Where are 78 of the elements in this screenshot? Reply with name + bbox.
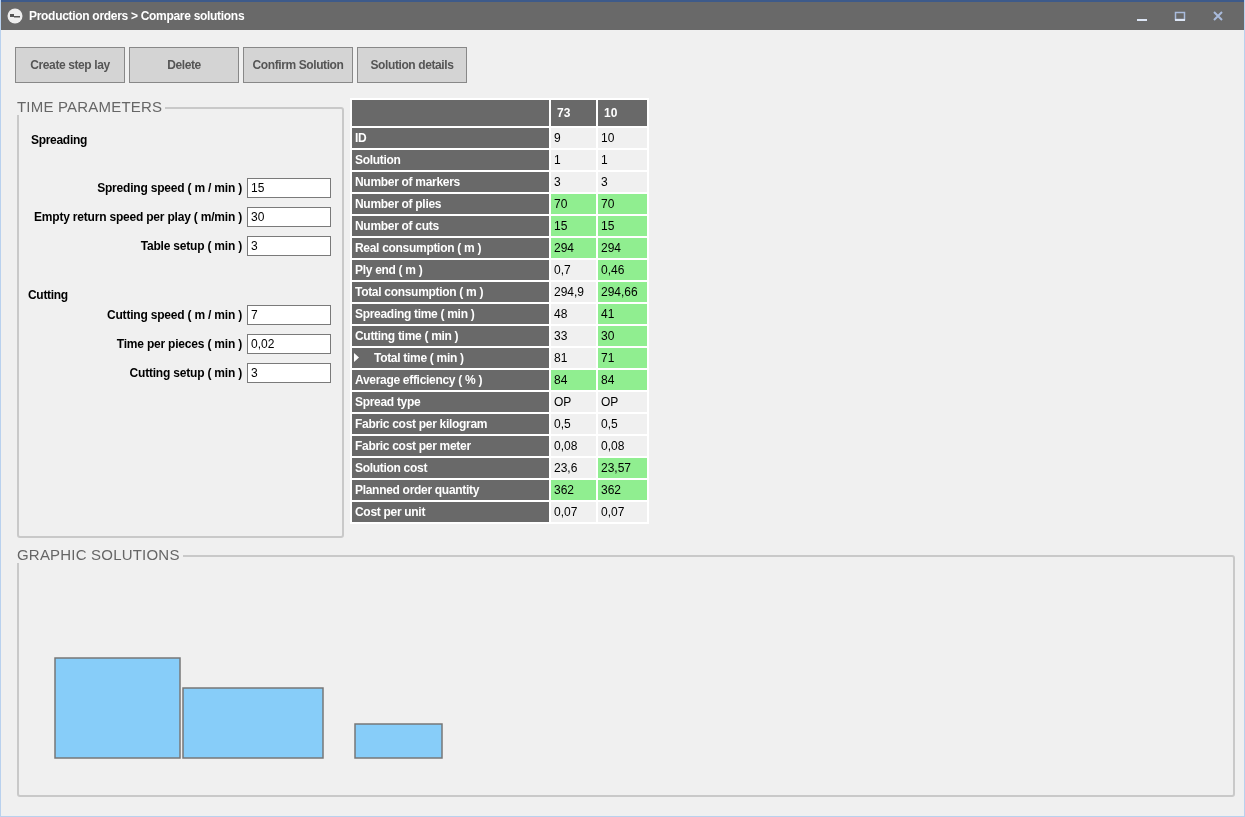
row-label: Planned order quantity	[355, 483, 480, 497]
row-label: Solution cost	[355, 461, 428, 475]
row-label: Real consumption ( m )	[355, 241, 482, 255]
input-field[interactable]: 15	[247, 177, 331, 198]
table-cell: 9	[551, 128, 596, 148]
table-cell: 0,07	[598, 502, 647, 522]
row-label: Solution	[355, 153, 401, 167]
field-label: Cutting speed ( m / min )	[107, 307, 242, 322]
table-cell: 362	[551, 480, 596, 500]
table-cell: 15	[551, 216, 596, 236]
row-label: Ply end ( m )	[355, 263, 423, 277]
table-cell: 0,08	[551, 436, 596, 456]
table-cell: 15	[598, 216, 647, 236]
window-title: Production orders > Compare solutions	[29, 9, 245, 23]
table-cell: 362	[598, 480, 647, 500]
toolbar-button[interactable]: Solution details	[357, 47, 467, 83]
table-cell: 23,57	[598, 458, 647, 478]
table-cell: 23,6	[551, 458, 596, 478]
table-cell: 1	[551, 150, 596, 170]
table-cell: 71	[598, 348, 647, 368]
table-cell: 0,08	[598, 436, 647, 456]
table-cell: 0,7	[551, 260, 596, 280]
close-icon[interactable]	[1212, 10, 1224, 22]
input-field[interactable]: 3	[247, 235, 331, 256]
input-field[interactable]: 3	[247, 362, 331, 383]
table-cell: 294,9	[551, 282, 596, 302]
table-cell: 0,5	[598, 414, 647, 434]
table-cell: 1	[598, 150, 647, 170]
field-label: Table setup ( min )	[140, 238, 242, 253]
row-label: Number of markers	[355, 175, 460, 189]
table-cell: 81	[551, 348, 596, 368]
table-cell: 84	[551, 370, 596, 390]
toolbar-button[interactable]: Confirm Solution	[243, 47, 353, 83]
row-label: ID	[355, 131, 367, 145]
row-label: Fabric cost per meter	[355, 439, 471, 453]
table-cell: 0,5	[551, 414, 596, 434]
table-cell: 294	[551, 238, 596, 258]
row-label: Spread type	[355, 395, 421, 409]
table-cell: 10	[598, 128, 647, 148]
table-cell: 3	[551, 172, 596, 192]
table-cell: 48	[551, 304, 596, 324]
table-cell: 3	[598, 172, 647, 192]
input-field[interactable]: 0,02	[247, 333, 331, 354]
column-header: 73	[551, 100, 596, 126]
row-label: Average efficiency ( % )	[355, 373, 483, 387]
row-label: Fabric cost per kilogram	[355, 417, 488, 431]
field-label: Time per pieces ( min )	[116, 336, 242, 351]
table-cell: 294,66	[598, 282, 647, 302]
table-cell: 70	[551, 194, 596, 214]
row-label: Cutting time ( min )	[355, 329, 459, 343]
input-field[interactable]: 7	[247, 304, 331, 325]
table-cell: 84	[598, 370, 647, 390]
row-label: Total consumption ( m )	[355, 285, 484, 299]
toolbar-button[interactable]: Create step lay	[15, 47, 125, 83]
row-label: Total time ( min )	[374, 351, 464, 365]
table-cell: 41	[598, 304, 647, 324]
table-cell: 294	[598, 238, 647, 258]
maximize-icon[interactable]	[1174, 10, 1186, 22]
table-cell: 0,46	[598, 260, 647, 280]
section-title: Spreading	[31, 133, 88, 149]
row-label: Spreading time ( min )	[355, 307, 475, 321]
table-cell: 0,07	[551, 502, 596, 522]
table-cell: 70	[598, 194, 647, 214]
field-label: Cutting setup ( min )	[129, 365, 242, 380]
table-cell: 33	[551, 326, 596, 346]
input-field[interactable]: 30	[247, 206, 331, 227]
field-label: Empty return speed per play ( m/min )	[34, 209, 242, 224]
row-label: Number of cuts	[355, 219, 439, 233]
table-cell: OP	[551, 392, 596, 412]
table-cell: OP	[598, 392, 647, 412]
app-icon	[7, 8, 23, 24]
toolbar-button[interactable]: Delete	[129, 47, 239, 83]
row-label: Number of plies	[355, 197, 442, 211]
row-label: Cost per unit	[355, 505, 426, 519]
table-cell: 30	[598, 326, 647, 346]
column-header: 10	[598, 100, 647, 126]
section-title: Cutting	[28, 288, 69, 300]
field-label: Spreding speed ( m / min )	[97, 180, 242, 195]
